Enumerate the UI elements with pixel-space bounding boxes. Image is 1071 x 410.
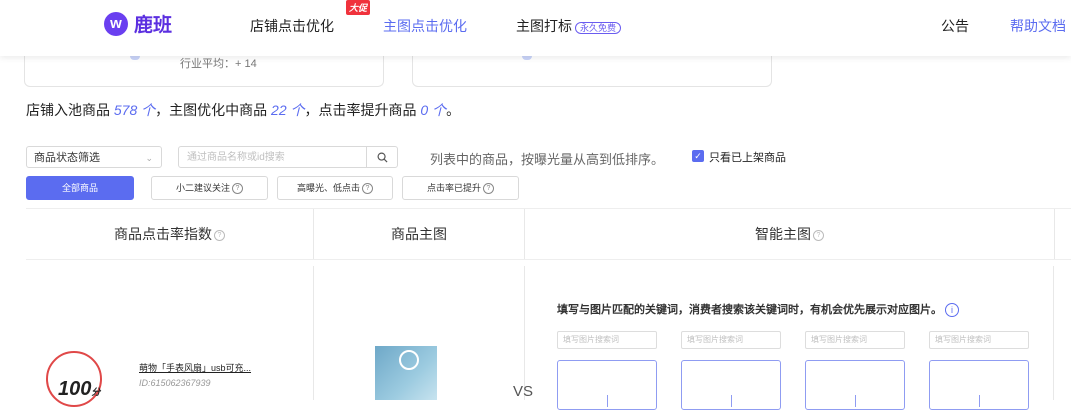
column-header-click-index: 商品点击率指数?	[26, 209, 314, 259]
header-label: 智能主图	[755, 226, 811, 242]
pool-count: 578 个	[113, 102, 156, 118]
smart-image-instructions: 填写与图片匹配的关键词，消费者搜索该关键词时，有机会优先展示对应图片。 i	[557, 301, 959, 317]
free-badge: 永久免费	[575, 21, 622, 34]
chevron-down-icon: ⌄	[145, 153, 153, 163]
tab-recommended[interactable]: 小二建议关注?	[151, 176, 268, 200]
score-unit: 分	[91, 387, 101, 397]
vs-label: VS	[513, 383, 534, 400]
column-divider	[524, 266, 525, 400]
nav-main-image-click-optimization[interactable]: 主图点击优化	[383, 16, 467, 36]
help-icon[interactable]: ?	[813, 229, 824, 241]
help-icon[interactable]: ?	[362, 183, 373, 195]
summary-text: 。	[446, 102, 461, 118]
tab-label: 高曝光、低点击	[296, 183, 360, 193]
column-divider	[1053, 266, 1054, 400]
nav-main-image-tagging-label: 主图打标	[516, 18, 572, 34]
top-nav: w 鹿班 店铺点击优化 大促 主图点击优化 主图打标 永久免费 公告 帮助文档	[0, 0, 1071, 56]
column-header-smart-image: 智能主图?	[525, 209, 1055, 259]
score-value: 100	[58, 378, 92, 400]
nav-shop-click-optimization[interactable]: 店铺点击优化	[250, 16, 334, 36]
only-listed-checkbox[interactable]: ✓	[692, 150, 704, 162]
tab-high-exposure-low-click[interactable]: 高曝光、低点击?	[277, 176, 393, 200]
smart-image-slot[interactable]	[929, 360, 1029, 410]
optimizing-count: 22 个	[271, 102, 305, 118]
column-header-main-image: 商品主图	[314, 209, 525, 259]
industry-average: 行业平均：+ 14	[180, 58, 257, 70]
info-icon[interactable]: i	[945, 303, 959, 317]
improved-count: 0 个	[420, 102, 447, 118]
instruction-text: 填写与图片匹配的关键词，消费者搜索该关键词时，有机会优先展示对应图片。	[557, 304, 942, 316]
header-label: 商品点击率指数	[114, 226, 212, 242]
tab-label: 点击率已提升	[426, 183, 481, 193]
nav-help-docs[interactable]: 帮助文档	[1010, 16, 1066, 36]
column-divider	[313, 266, 314, 400]
product-id: ID:615062367939	[139, 378, 211, 388]
search-icon	[377, 152, 388, 163]
status-filter-select[interactable]: 商品状态筛选 ⌄	[26, 146, 162, 168]
keyword-input[interactable]: 填写图片搜索词	[929, 331, 1029, 349]
help-icon[interactable]: ?	[483, 183, 494, 195]
help-icon[interactable]: ?	[214, 229, 225, 241]
hot-badge: 大促	[346, 0, 371, 15]
nav-main-image-tagging[interactable]: 主图打标 永久免费	[516, 16, 622, 36]
fan-product-image	[399, 350, 419, 370]
table-header: 商品点击率指数? 商品主图 智能主图?	[26, 208, 1071, 260]
search-button[interactable]	[366, 146, 398, 168]
help-icon[interactable]: ?	[232, 183, 243, 195]
brand-mark-icon: w	[104, 11, 128, 36]
sort-hint: 列表中的商品，按曝光量从高到低排序。	[430, 152, 665, 167]
summary-line: 店铺入池商品 578 个，主图优化中商品 22 个，点击率提升商品 0 个。	[26, 100, 460, 120]
summary-text: ，点击率提升商品	[304, 102, 421, 118]
brand-logo[interactable]: w 鹿班	[104, 10, 172, 37]
only-listed-label[interactable]: 只看已上架商品	[709, 149, 786, 165]
keyword-input[interactable]: 填写图片搜索词	[557, 331, 657, 349]
keyword-input[interactable]: 填写图片搜索词	[681, 331, 781, 349]
brand-name: 鹿班	[134, 15, 173, 36]
click-index-score: 100分	[58, 378, 100, 401]
smart-image-slot[interactable]	[681, 360, 781, 410]
tab-all-products[interactable]: 全部商品	[26, 176, 134, 200]
smart-image-slot[interactable]	[805, 360, 905, 410]
tab-click-rate-improved[interactable]: 点击率已提升?	[402, 176, 519, 200]
product-main-image[interactable]	[375, 346, 437, 400]
status-filter-value: 商品状态筛选	[34, 152, 100, 164]
summary-text: 店铺入池商品	[26, 102, 114, 118]
keyword-input[interactable]: 填写图片搜索词	[805, 331, 905, 349]
search-input[interactable]: 通过商品名称或id搜索	[178, 146, 367, 168]
smart-image-slot[interactable]	[557, 360, 657, 410]
tab-label: 小二建议关注	[175, 183, 230, 193]
product-title-link[interactable]: 萌物「手表风扇」usb可充...	[139, 361, 251, 374]
nav-announcement[interactable]: 公告	[941, 16, 969, 36]
summary-text: ，主图优化中商品	[155, 102, 272, 118]
